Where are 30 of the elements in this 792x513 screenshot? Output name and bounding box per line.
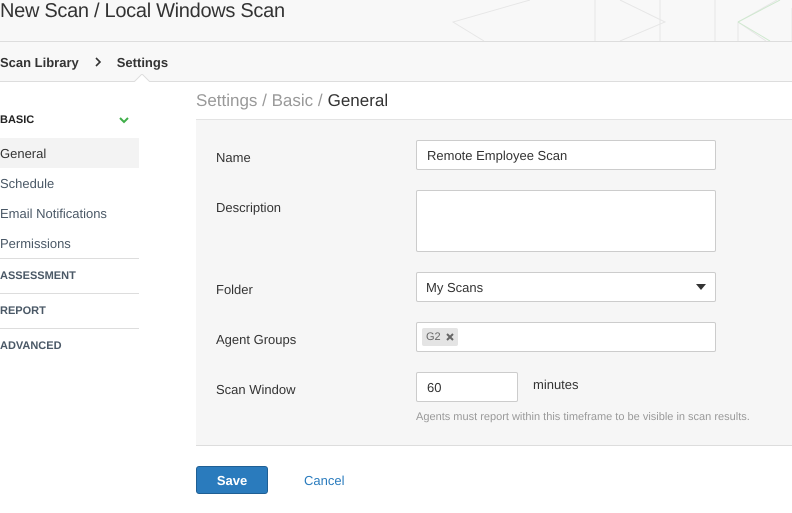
agent-groups-field[interactable]: G2 [416,322,716,352]
folder-dropdown[interactable]: My Scans [416,272,716,302]
field-label: Description [216,199,282,215]
description-field[interactable] [416,190,716,252]
sidebar-item[interactable]: Permissions [0,228,139,258]
sidebar-section[interactable]: REPORT [0,293,139,328]
sidebar-section[interactable]: BASIC [0,102,139,138]
cancel-link[interactable]: Cancel [304,472,344,488]
help-text: Agents must report within this timeframe to be visible in scan results. [416,411,751,423]
name-field[interactable]: Remote Employee Scan [416,140,716,170]
unit-label: minutes [533,376,579,392]
scan-window-field[interactable]: 60 [416,372,518,402]
caret-icon [696,284,706,290]
chevron-down-icon [119,116,129,124]
field-label: Folder [216,281,254,297]
tag-label: G2 [426,331,441,343]
sidebar-item[interactable]: Schedule [0,168,139,198]
remove-icon[interactable] [446,333,454,341]
sidebar-section[interactable]: ADVANCED [0,328,139,363]
page-title: New Scan / Local Windows Scan [0,0,285,23]
sidebar-item[interactable]: General [0,138,139,168]
breadcrumb-link[interactable]: Settings [116,42,168,81]
sidebar-item[interactable]: Email Notifications [0,198,139,228]
chevron-right-icon [92,56,103,66]
breadcrumb-link[interactable]: Scan Library [0,42,79,81]
sidebar-section[interactable]: ASSESSMENT [0,258,139,293]
field-label: Scan Window [216,381,296,397]
field-label: Name [216,149,252,165]
field-label: Agent Groups [216,331,298,347]
save-button[interactable]: Save [196,466,268,494]
